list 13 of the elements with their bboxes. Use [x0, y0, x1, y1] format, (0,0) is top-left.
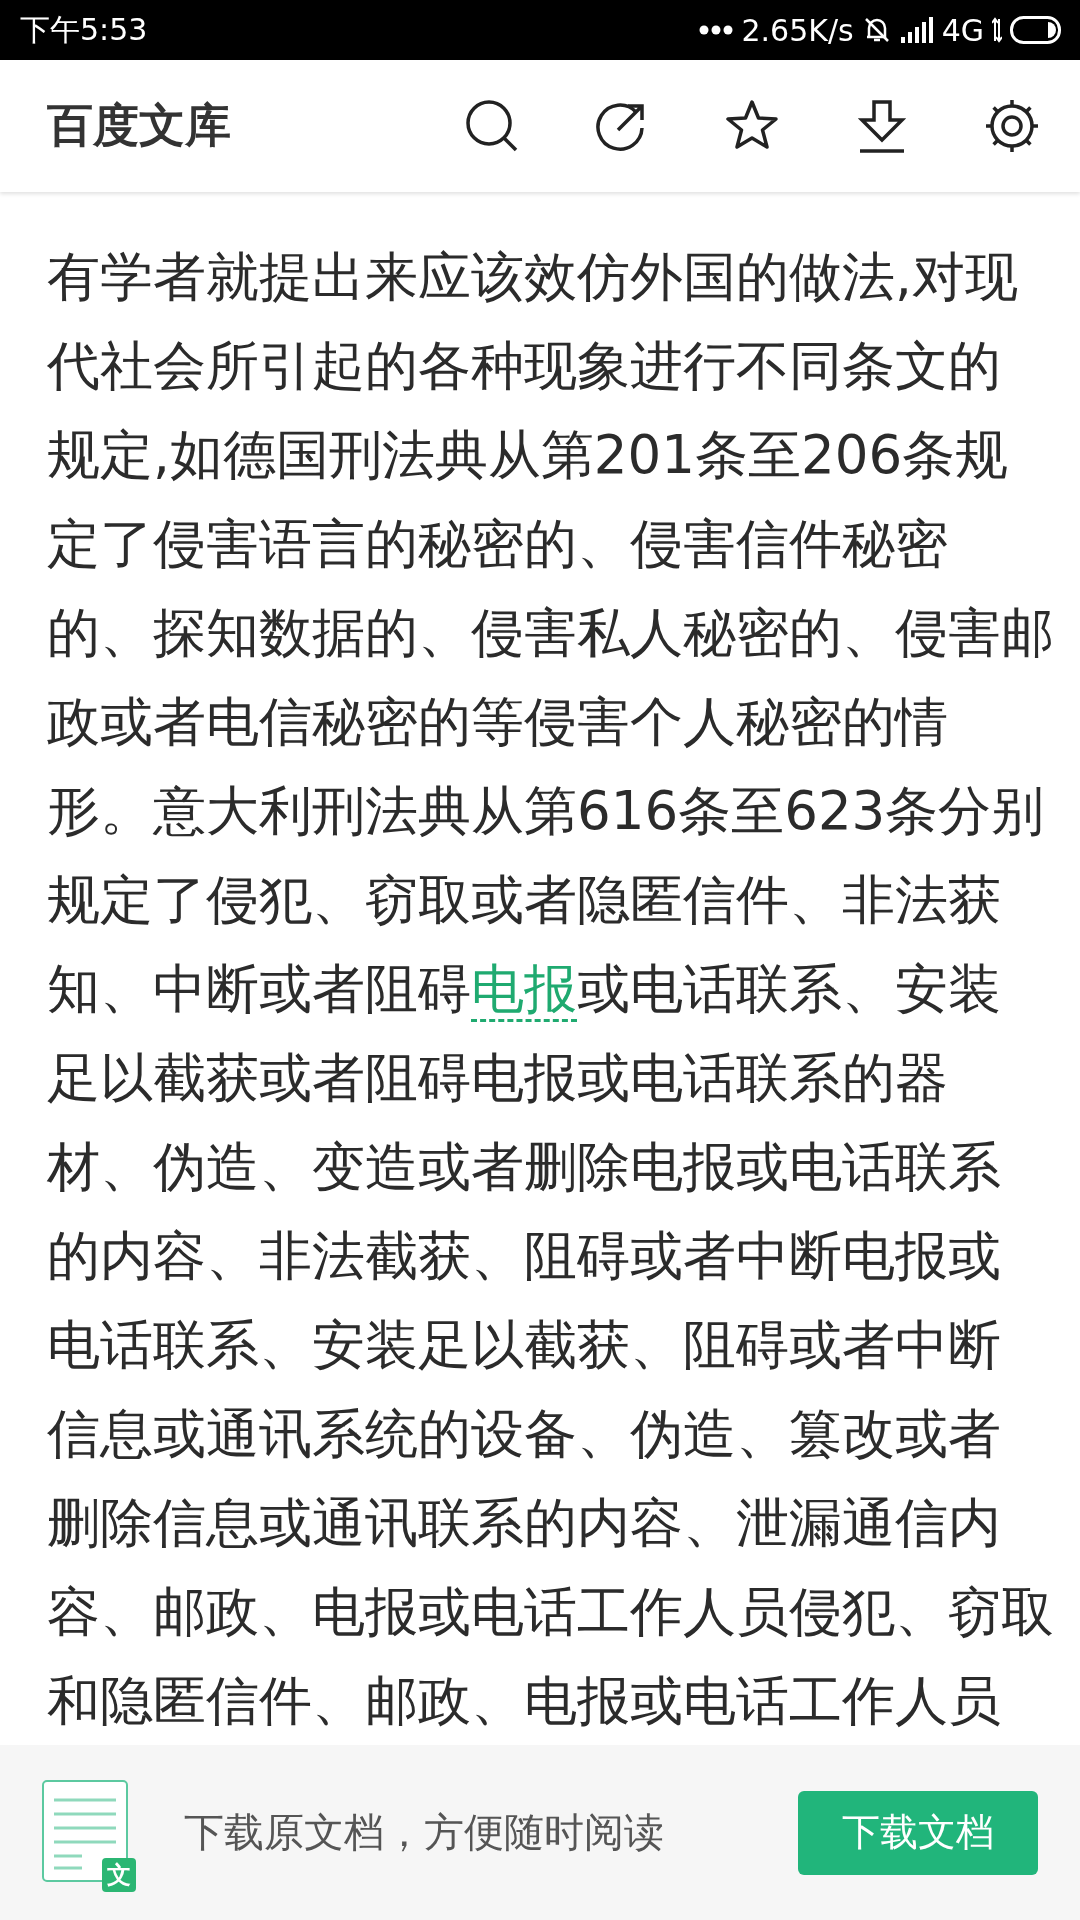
battery-icon: [1010, 16, 1064, 44]
signal-icon: [899, 17, 934, 43]
notification-dots-icon: [699, 25, 734, 35]
article-text: 有学者就提出来应该效仿外国的做法,对现 代社会所引起的各种现象进行不同条文的 规定,如德国刑法典从第201条至206条规 定了侵害语言的秘密的、侵害信件秘密 的、探知数据的、侵害私人秘密的、侵害邮 政或者电信秘密的等侵害个人秘密的情 形。意大利刑法典从第616条至623条分别 规定了侵犯、窃取或者隐匿信件、非法获 知、中断或者阻碍电报或电话联系、安装 足以截获或者阻碍电报或电话联系的器 材、伪造、变造或者删除电报或电话联系 的内容、非法截获、阻碍或者中断电报或 电话联系、安装足以截获、阻碍或者中断 信息或通讯系统的设备、伪造、篡改或者 删除信息或通讯联系的内容、泄漏通信内 容、邮政、电报或电话工作人员侵犯、窃取 和隐匿信件、邮政、电报或电话工作人员: [47, 245, 1054, 1733]
network-type: 4G: [941, 12, 984, 48]
keyword-link[interactable]: 电报: [471, 958, 577, 1022]
status-time: 下午5:53: [20, 10, 148, 49]
network-speed: 2.65K/s: [741, 12, 854, 48]
doc-badge: 文: [102, 1857, 136, 1892]
app-title: 百度文库: [47, 97, 232, 154]
download-document-button[interactable]: 下载文档: [798, 1790, 1038, 1875]
data-arrows-icon: [992, 17, 1002, 43]
banner-message: 下载原文档，方便随时阅读: [184, 1808, 665, 1857]
